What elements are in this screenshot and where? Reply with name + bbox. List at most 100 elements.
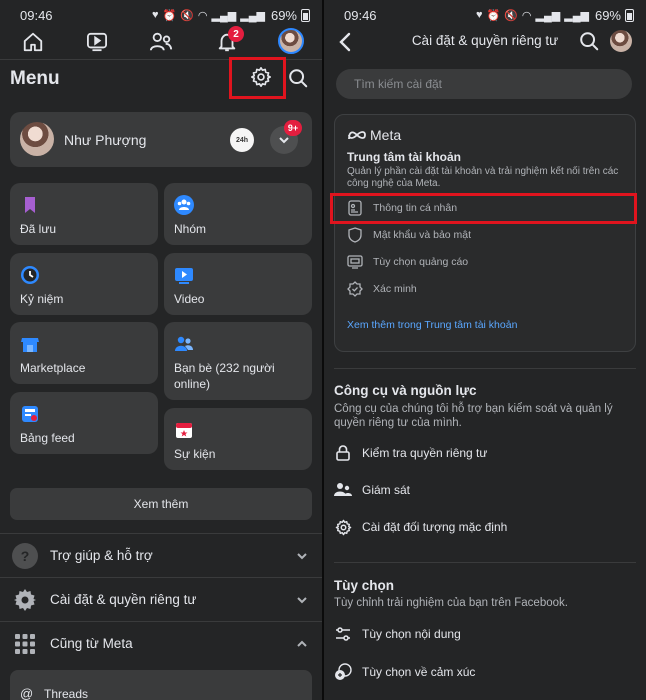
meta-item-verification[interactable]: Xác minh <box>347 279 417 299</box>
heart-icon: ♥ <box>151 9 159 21</box>
tool-label: Giám sát <box>362 483 411 497</box>
accordion-help[interactable]: ? Trợ giúp & hỗ trợ <box>0 533 322 577</box>
option-reaction-preferences[interactable]: Tùy chọn về cảm xúc <box>334 660 475 684</box>
marketplace-icon <box>21 338 39 352</box>
profile-card[interactable]: Như Phượng 24h 9+ <box>10 112 312 167</box>
accounts-center-card: Meta Trung tâm tài khoản Quản lý phần cà… <box>334 114 636 352</box>
chevron-down-icon <box>297 552 307 559</box>
feed-icon <box>22 406 38 422</box>
reaction-icon <box>334 663 352 681</box>
search-icon[interactable] <box>287 67 309 89</box>
alarm-icon: ⏰ <box>162 9 177 22</box>
signal-icon-2: ▂▄▆ <box>564 9 589 22</box>
signal-icon-2: ▂▄▆ <box>240 9 265 22</box>
tile-label: Bảng feed <box>20 431 75 445</box>
sliders-icon <box>334 625 352 643</box>
lock-icon <box>334 444 352 462</box>
threads-item[interactable]: @ Threads <box>10 670 312 700</box>
tool-label: Kiểm tra quyền riêng tư <box>362 446 488 460</box>
tile-events[interactable]: Sự kiện <box>164 408 312 470</box>
tile-video[interactable]: Video <box>164 253 312 315</box>
meta-logo: Meta <box>347 127 401 143</box>
video-icon[interactable] <box>84 29 110 55</box>
verified-icon <box>347 281 363 297</box>
clock-icon <box>21 266 39 284</box>
alarm-icon: ⏰ <box>486 9 501 22</box>
options-description: Tùy chỉnh trải nghiệm của bạn trên Faceb… <box>334 597 568 609</box>
meta-logo-text: Meta <box>370 127 402 143</box>
chevron-up-icon <box>297 640 307 647</box>
profile-avatar <box>20 122 54 156</box>
wifi-icon: ◠ <box>197 9 208 22</box>
profile-avatar-nav[interactable] <box>610 30 632 52</box>
tile-label: Video <box>174 292 205 306</box>
video-icon <box>175 268 193 284</box>
tile-feeds[interactable]: Bảng feed <box>10 392 158 454</box>
tile-friends[interactable]: Bạn bè (232 người online) <box>164 322 312 400</box>
accordion-settings[interactable]: Cài đặt & quyền riêng tư <box>0 577 322 621</box>
page-avatar[interactable]: 24h <box>228 126 256 154</box>
tile-groups[interactable]: Nhóm <box>164 183 312 245</box>
tool-label: Cài đặt đối tượng mặc định <box>362 520 508 534</box>
tile-label: Nhóm <box>174 222 207 236</box>
tile-saved[interactable]: Đã lưu <box>10 183 158 245</box>
notification-badge: 2 <box>228 26 244 42</box>
menu-title: Menu <box>10 68 60 89</box>
menu-screen: 09:46 ♥ ⏰ 🔇 ◠ ▂▄▆ ▂▄▆ 69% 2 Menu Như Phư… <box>0 0 322 700</box>
tile-memories[interactable]: Kỷ niệm <box>10 253 158 315</box>
heart-icon: ♥ <box>475 9 483 21</box>
status-time: 09:46 <box>344 7 377 23</box>
accordion-also-from-meta[interactable]: Cũng từ Meta <box>0 621 322 665</box>
section-divider <box>334 562 636 563</box>
meta-infinity-icon <box>348 131 366 140</box>
accordion-label: Trợ giúp & hỗ trợ <box>50 548 153 563</box>
tool-privacy-checkup[interactable]: Kiểm tra quyền riêng tư <box>334 441 487 465</box>
friends-icon <box>175 336 193 351</box>
search-icon[interactable] <box>578 30 600 52</box>
status-icons: ♥ ⏰ 🔇 ◠ ▂▄▆ ▂▄▆ 69% <box>152 8 310 23</box>
status-icons: ♥ ⏰ 🔇 ◠ ▂▄▆ ▂▄▆ 69% <box>476 8 634 23</box>
profile-avatar-nav[interactable] <box>278 28 304 54</box>
accordion-label: Cài đặt & quyền riêng tư <box>50 592 197 607</box>
tile-label: Kỷ niệm <box>20 292 64 306</box>
settings-search-input[interactable]: Tìm kiếm cài đặt <box>336 69 632 99</box>
option-content-preferences[interactable]: Tùy chọn nội dung <box>334 622 461 646</box>
chevron-down-icon <box>279 137 289 144</box>
signal-icon: ▂▄▆ <box>211 9 237 22</box>
tile-marketplace[interactable]: Marketplace <box>10 322 158 384</box>
tile-label: Marketplace <box>20 361 86 375</box>
signal-icon: ▂▄▆ <box>535 9 561 22</box>
mute-icon: 🔇 <box>504 9 518 22</box>
meta-item-password-security[interactable]: Mật khẩu và bảo mật <box>347 225 471 245</box>
tools-description: Công cụ của chúng tôi hỗ trợ bạn kiểm so… <box>334 403 613 429</box>
meta-item-label: Mật khẩu và bảo mật <box>373 229 472 241</box>
see-more-button[interactable]: Xem thêm <box>10 488 312 520</box>
gear-icon <box>12 587 38 613</box>
option-label: Tùy chọn nội dung <box>362 627 461 641</box>
personal-info-highlight-box <box>330 193 637 224</box>
threads-label: Threads <box>44 687 89 700</box>
accounts-center-heading: Trung tâm tài khoản <box>347 150 462 164</box>
accounts-center-description: Quản lý phần cài đặt tài khoản và trải n… <box>347 166 619 189</box>
friends-icon[interactable] <box>148 29 174 55</box>
meta-item-label: Tùy chọn quảng cáo <box>373 256 469 268</box>
grid-icon <box>12 631 38 657</box>
settings-highlight-box <box>229 57 286 99</box>
home-icon[interactable] <box>20 29 46 55</box>
tool-supervision[interactable]: Giám sát <box>334 478 410 502</box>
tile-label: Sự kiện <box>174 447 216 461</box>
mute-icon: 🔇 <box>180 9 194 22</box>
status-time: 09:46 <box>20 7 53 23</box>
meta-item-ad-preferences[interactable]: Tùy chọn quảng cáo <box>347 252 468 272</box>
battery-percent: 69% <box>270 7 297 23</box>
shield-icon <box>347 227 363 243</box>
tool-default-audience[interactable]: Cài đặt đối tượng mặc định <box>334 515 507 539</box>
calendar-icon <box>176 423 192 438</box>
tile-label: Bạn bè (232 người online) <box>174 361 275 391</box>
wifi-icon: ◠ <box>521 9 532 22</box>
settings-header: Cài đặt & quyền riêng tư <box>324 26 646 60</box>
profile-badge: 9+ <box>284 120 302 136</box>
tools-heading: Công cụ và nguồn lực <box>334 383 477 398</box>
accounts-center-link[interactable]: Xem thêm trong Trung tâm tài khoản <box>347 319 517 331</box>
threads-icon: @ <box>20 686 34 700</box>
